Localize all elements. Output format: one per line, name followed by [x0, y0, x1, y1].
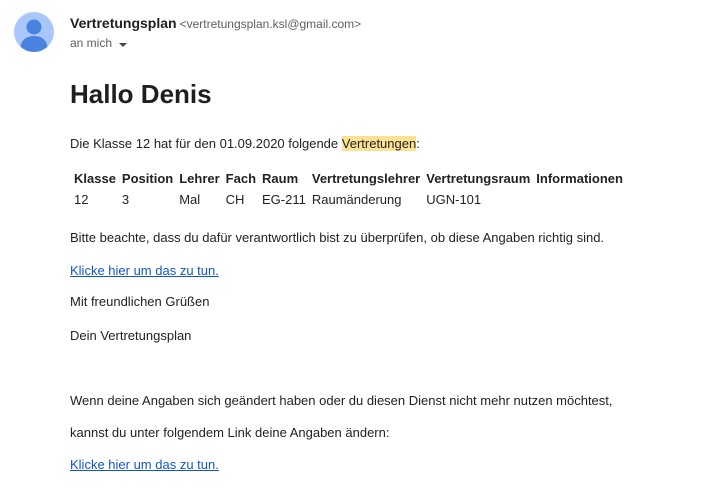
table-cell: 3 [121, 192, 130, 207]
caret-down-icon[interactable] [118, 38, 128, 48]
sender-email: <vertretungsplan.ksl@gmail.com> [179, 17, 362, 31]
column-header: Informationen [536, 171, 623, 186]
signature-text: Dein Vertretungsplan [70, 328, 192, 343]
column-header: Lehrer [179, 171, 220, 186]
sender-name[interactable]: Vertretungsplan [70, 15, 177, 31]
person-icon [20, 19, 48, 52]
column-header: Vertretungsraum [426, 171, 531, 186]
column-header: Vertretungslehrer [311, 171, 421, 186]
column-header: Klasse [74, 171, 116, 186]
responsibility-notice: Bitte beachte, dass du dafür verantwortl… [70, 230, 605, 245]
link-paragraph-2: Klicke hier um das zu tun. [70, 457, 219, 473]
table-cell: 12 [74, 192, 89, 207]
change-notice-2: kannst du unter folgendem Link deine Ang… [70, 425, 390, 440]
change-link[interactable]: Klicke hier um das zu tun. [70, 457, 219, 472]
table-row: 12 3 Mal CH EG-211 Raumänderung UGN-101 [72, 188, 627, 212]
greeting-heading: Hallo Denis [70, 79, 212, 109]
intro-colon: : [416, 136, 420, 151]
table-cell [534, 188, 627, 212]
email-body: Hallo Denis Die Klasse 12 hat für den 01… [70, 78, 690, 472]
recipient-label: an mich [70, 36, 113, 50]
table-cell: Mal [179, 192, 201, 207]
table-header-row: Klasse Position Lehrer Fach Raum Vertret… [72, 170, 627, 188]
email-header: Vertretungsplan <vertretungsplan.ksl@gmai… [14, 12, 694, 56]
substitution-table: Klasse Position Lehrer Fach Raum Vertret… [72, 170, 627, 212]
column-header: Fach [225, 171, 257, 186]
sender-avatar[interactable] [14, 12, 54, 52]
closing-text: Mit freundlichen Grüßen [70, 294, 210, 309]
column-header: Position [121, 171, 174, 186]
table-cell: Raumänderung [311, 192, 402, 207]
highlighted-term: Vertretungen [341, 136, 417, 151]
column-header: Raum [262, 171, 299, 186]
link-paragraph-1: Klicke hier um das zu tun. [70, 263, 219, 279]
table-cell: UGN-101 [426, 192, 482, 207]
check-link[interactable]: Klicke hier um das zu tun. [70, 263, 219, 278]
table-cell: EG-211 [262, 192, 306, 207]
intro-text: Die Klasse 12 hat für den 01.09.2020 fol… [70, 136, 342, 151]
change-notice: Wenn deine Angaben sich geändert haben o… [70, 393, 613, 408]
sender-line: Vertretungsplan <vertretungsplan.ksl@gmai… [70, 14, 361, 33]
intro-paragraph: Die Klasse 12 hat für den 01.09.2020 fol… [70, 136, 420, 152]
table-cell: CH [225, 192, 245, 207]
recipient-line: an mich [70, 35, 128, 51]
